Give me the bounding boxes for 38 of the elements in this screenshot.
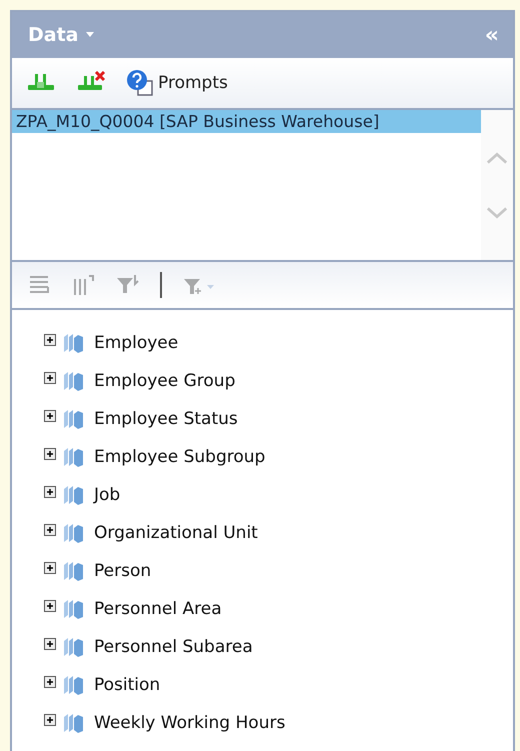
tree-item[interactable]: Position (94, 675, 160, 695)
expand-icon[interactable] (44, 486, 56, 498)
expand-icon[interactable] (44, 524, 56, 536)
expand-icon[interactable] (44, 410, 56, 422)
help-icon (126, 69, 154, 97)
tree-item[interactable]: Organizational Unit (94, 523, 258, 543)
dimension-icon (62, 370, 84, 392)
expand-icon[interactable] (44, 334, 56, 346)
tree-item[interactable]: Personnel Area (94, 599, 222, 619)
separator-line (160, 272, 162, 298)
caret-icon (84, 32, 94, 38)
expand-icon[interactable] (44, 714, 56, 726)
expand-icon[interactable] (44, 638, 56, 650)
dimension-icon (62, 408, 84, 430)
dimension-icon (62, 674, 84, 696)
tree-item[interactable]: Job (94, 485, 120, 505)
expand-icon[interactable] (44, 562, 56, 574)
dimension-icon (62, 598, 84, 620)
dimension-icon (62, 332, 84, 354)
data-source-item[interactable]: ZPA_M10_Q0004 [SAP Business Warehouse] (12, 110, 481, 133)
tree-item[interactable]: Person (94, 561, 152, 581)
dimension-icon (62, 484, 84, 506)
tree-item[interactable]: Employee Subgroup (94, 447, 266, 467)
prompts-button[interactable]: Prompts (126, 69, 228, 97)
tree-item[interactable]: Employee Group (94, 371, 236, 391)
tree-item[interactable]: Personnel Subarea (94, 637, 253, 657)
dimension-icon (62, 522, 84, 544)
dimension-icon (62, 636, 84, 658)
dimension-icon (62, 560, 84, 582)
expand-icon[interactable] (44, 448, 56, 460)
tree-item[interactable]: Employee (94, 333, 178, 353)
dimension-icon (62, 446, 84, 468)
tree-item[interactable]: Weekly Working Hours (94, 713, 286, 733)
expand-icon[interactable] (44, 372, 56, 384)
tree-item[interactable]: Employee Status (94, 409, 238, 429)
expand-icon[interactable] (44, 676, 56, 688)
dimension-icon (62, 712, 84, 734)
expand-icon[interactable] (44, 600, 56, 612)
